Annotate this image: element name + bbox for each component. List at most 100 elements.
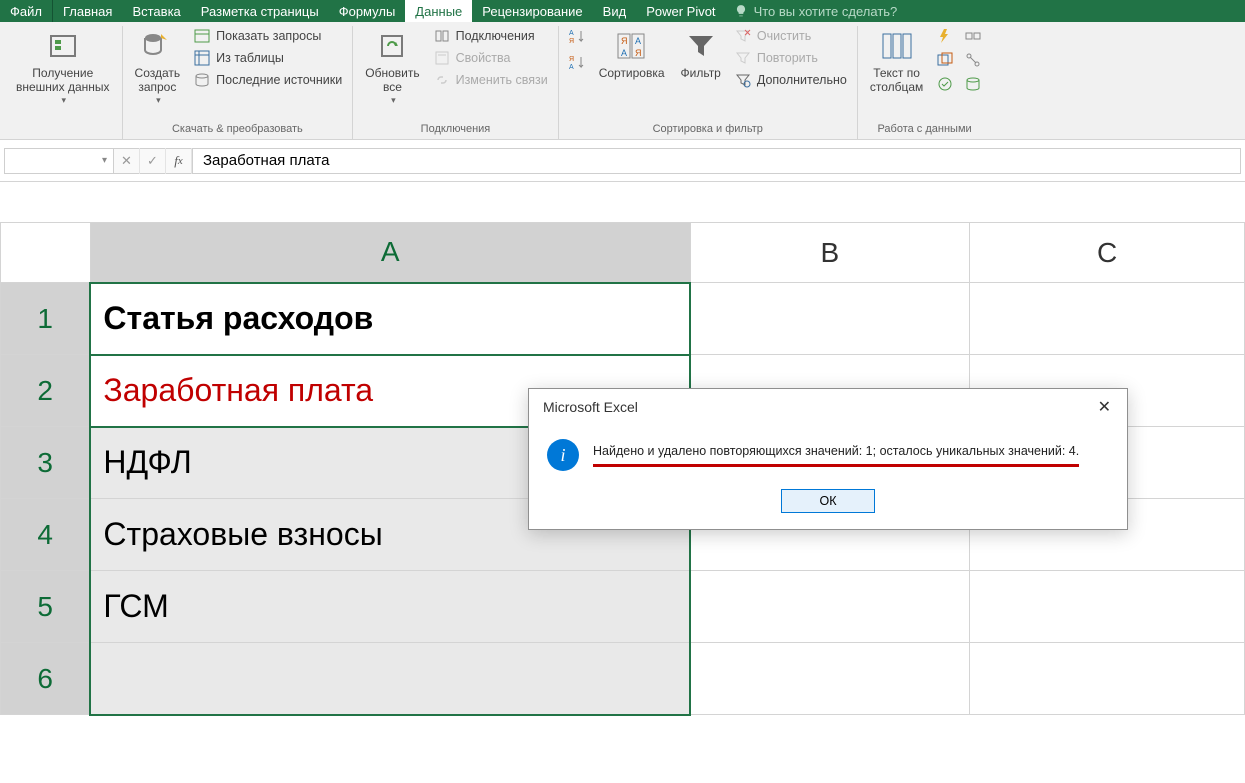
tab-page-layout[interactable]: Разметка страницы (191, 0, 329, 22)
tab-formulas[interactable]: Формулы (329, 0, 406, 22)
tab-home[interactable]: Главная (53, 0, 122, 22)
cell-C5[interactable] (970, 571, 1245, 643)
group-connections: Обновить все▾ Подключения Свойства Измен… (353, 26, 558, 139)
svg-text:Я: Я (635, 48, 642, 58)
group-sort-filter: АЯ ЯА ЯААЯ Сортировка Фильтр Очистить По… (559, 26, 858, 139)
manage-data-model-button[interactable] (961, 74, 985, 94)
message-dialog: Microsoft Excel ✕ i Найдено и удалено по… (528, 388, 1128, 530)
edit-links-icon (434, 72, 450, 88)
filter-button[interactable]: Фильтр (675, 26, 727, 84)
column-header-B[interactable]: B (690, 223, 970, 283)
get-external-data-button[interactable]: Получение внешних данных▾ (10, 26, 116, 110)
cell-C6[interactable] (970, 643, 1245, 715)
cell-A6[interactable] (90, 643, 690, 715)
new-query-button[interactable]: Создать запрос▾ (129, 26, 187, 110)
row-header[interactable]: 5 (1, 571, 91, 643)
relationships-icon (965, 52, 981, 68)
row-header[interactable]: 6 (1, 643, 91, 715)
sort-asc-button[interactable]: АЯ (565, 26, 589, 46)
cell-B6[interactable] (690, 643, 970, 715)
formula-bar: ▾ ✕ ✓ fx Заработная плата (0, 140, 1245, 182)
data-model-icon (965, 76, 981, 92)
advanced-filter-button[interactable]: Дополнительно (731, 70, 851, 90)
advanced-icon (735, 72, 751, 88)
clear-icon (735, 28, 751, 44)
tab-power-pivot[interactable]: Power Pivot (636, 0, 725, 22)
group-label: Сортировка и фильтр (565, 121, 851, 139)
cell-A5[interactable]: ГСМ (90, 571, 690, 643)
row-header[interactable]: 2 (1, 355, 91, 427)
recent-sources-icon (194, 72, 210, 88)
column-header-A[interactable]: A (90, 223, 690, 283)
enter-formula-button[interactable]: ✓ (140, 148, 166, 174)
refresh-all-button[interactable]: Обновить все▾ (359, 26, 425, 110)
group-get-transform: Создать запрос▾ Показать запросы Из табл… (123, 26, 354, 139)
external-data-icon (47, 30, 79, 62)
dialog-ok-button[interactable]: ОК (781, 489, 875, 513)
connections-button[interactable]: Подключения (430, 26, 552, 46)
properties-button[interactable]: Свойства (430, 48, 552, 68)
sort-desc-button[interactable]: ЯА (565, 52, 589, 72)
name-box[interactable]: ▾ (4, 148, 114, 174)
fx-button[interactable]: fx (166, 148, 192, 174)
menu-bar: Файл Главная Вставка Разметка страницы Ф… (0, 0, 1245, 22)
show-queries-button[interactable]: Показать запросы (190, 26, 346, 46)
remove-dup-icon (937, 52, 953, 68)
row-header[interactable]: 4 (1, 499, 91, 571)
clear-filter-button[interactable]: Очистить (731, 26, 851, 46)
group-label: Работа с данными (864, 121, 985, 139)
flash-fill-icon (937, 28, 953, 44)
consolidate-button[interactable] (961, 26, 985, 46)
query-icon (141, 30, 173, 62)
tab-view[interactable]: Вид (593, 0, 637, 22)
sort-desc-icon: ЯА (569, 54, 585, 70)
svg-text:Я: Я (569, 38, 574, 44)
recent-sources-button[interactable]: Последние источники (190, 70, 346, 90)
properties-icon (434, 50, 450, 66)
dialog-close-button[interactable]: ✕ (1092, 397, 1117, 417)
group-label: Скачать & преобразовать (129, 121, 347, 139)
sort-button[interactable]: ЯААЯ Сортировка (593, 26, 671, 84)
svg-text:А: А (635, 36, 641, 46)
dialog-title: Microsoft Excel (543, 399, 638, 415)
svg-text:А: А (569, 64, 574, 70)
from-table-button[interactable]: Из таблицы (190, 48, 346, 68)
relationships-button[interactable] (961, 50, 985, 70)
data-validation-button[interactable] (933, 74, 957, 94)
text-to-columns-icon (881, 30, 913, 62)
group-label: Подключения (359, 121, 551, 139)
text-to-columns-button[interactable]: Текст по столбцам (864, 26, 929, 99)
tell-me[interactable]: Что вы хотите сделать? (726, 0, 1245, 22)
svg-text:А: А (621, 48, 627, 58)
ribbon: Получение внешних данных▾ Создать запрос… (0, 22, 1245, 140)
show-queries-icon (194, 28, 210, 44)
cell-C1[interactable] (970, 283, 1245, 355)
flash-fill-button[interactable] (933, 26, 957, 46)
row-header[interactable]: 3 (1, 427, 91, 499)
group-external-data: Получение внешних данных▾ (4, 26, 123, 139)
tab-review[interactable]: Рецензирование (472, 0, 592, 22)
tab-insert[interactable]: Вставка (122, 0, 190, 22)
cell-B5[interactable] (690, 571, 970, 643)
dropdown-icon: ▾ (102, 155, 107, 166)
formula-input[interactable]: Заработная плата (193, 148, 1241, 174)
sort-icon: ЯААЯ (616, 30, 648, 62)
dialog-message: Найдено и удалено повторяющихся значений… (593, 443, 1079, 466)
svg-text:Я: Я (569, 56, 574, 63)
filter-icon (685, 30, 717, 62)
cancel-formula-button[interactable]: ✕ (114, 148, 140, 174)
from-table-icon (194, 50, 210, 66)
edit-links-button[interactable]: Изменить связи (430, 70, 552, 90)
connections-icon (434, 28, 450, 44)
tab-file[interactable]: Файл (0, 0, 53, 22)
reapply-icon (735, 50, 751, 66)
cell-B1[interactable] (690, 283, 970, 355)
reapply-filter-button[interactable]: Повторить (731, 48, 851, 68)
remove-duplicates-button[interactable] (933, 50, 957, 70)
validation-icon (937, 76, 953, 92)
tab-data[interactable]: Данные (405, 0, 472, 22)
column-header-C[interactable]: C (970, 223, 1245, 283)
row-header[interactable]: 1 (1, 283, 91, 355)
select-all-corner[interactable] (1, 223, 91, 283)
cell-A1[interactable]: Статья расходов (90, 283, 690, 355)
